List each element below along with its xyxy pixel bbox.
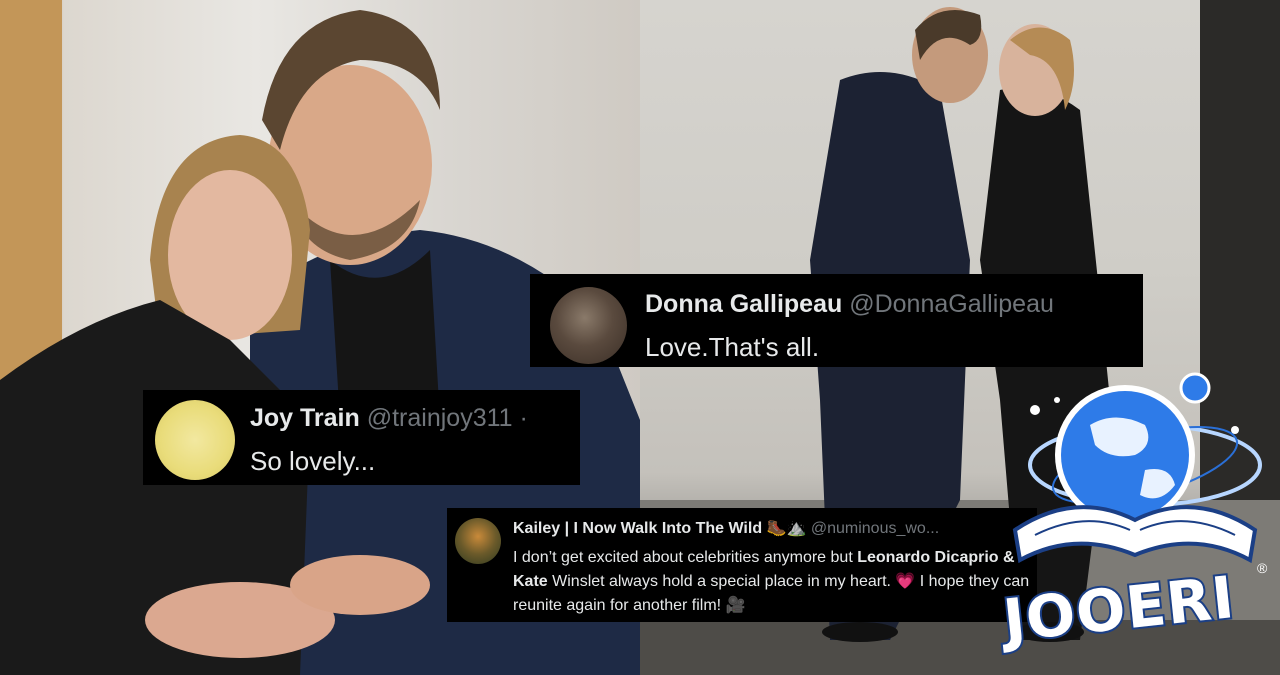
registered-mark: ® xyxy=(1257,560,1268,576)
tweet-card-joy: Joy Train @trainjoy311 · So lovely... xyxy=(143,390,580,485)
tweet-text: So lovely... xyxy=(250,446,376,476)
tweet-text-end: Winslet always hold a special place in m… xyxy=(513,573,1030,614)
jooeri-logo: JOOERI ® xyxy=(995,370,1280,670)
avatar xyxy=(455,518,501,564)
tweet-text: Love.That's all. xyxy=(645,332,820,362)
tweet-card-kailey: Kailey | I Now Walk Into The Wild 🥾⛰️ @n… xyxy=(447,508,1037,622)
avatar xyxy=(155,400,235,480)
tweet-author-emoji: 🥾⛰️ xyxy=(766,520,807,537)
tweet-author-name[interactable]: Donna Gallipeau xyxy=(645,290,842,318)
tweet-author-handle[interactable]: @trainjoy311 · xyxy=(367,404,528,432)
avatar xyxy=(550,287,627,364)
tweet-card-donna: Donna Gallipeau @DonnaGallipeau Love.Tha… xyxy=(530,274,1143,367)
tweet-author-name[interactable]: Joy Train xyxy=(250,404,360,432)
tweet-author-handle[interactable]: @DonnaGallipeau xyxy=(849,290,1054,318)
tweet-author-handle[interactable]: @numinous_wo... xyxy=(811,520,939,537)
tweet-author-name[interactable]: Kailey | I Now Walk Into The Wild xyxy=(513,520,762,537)
tweet-text-start: I don’t get excited about celebrities an… xyxy=(513,549,858,566)
tweet-text: I don’t get excited about celebrities an… xyxy=(513,546,1031,618)
